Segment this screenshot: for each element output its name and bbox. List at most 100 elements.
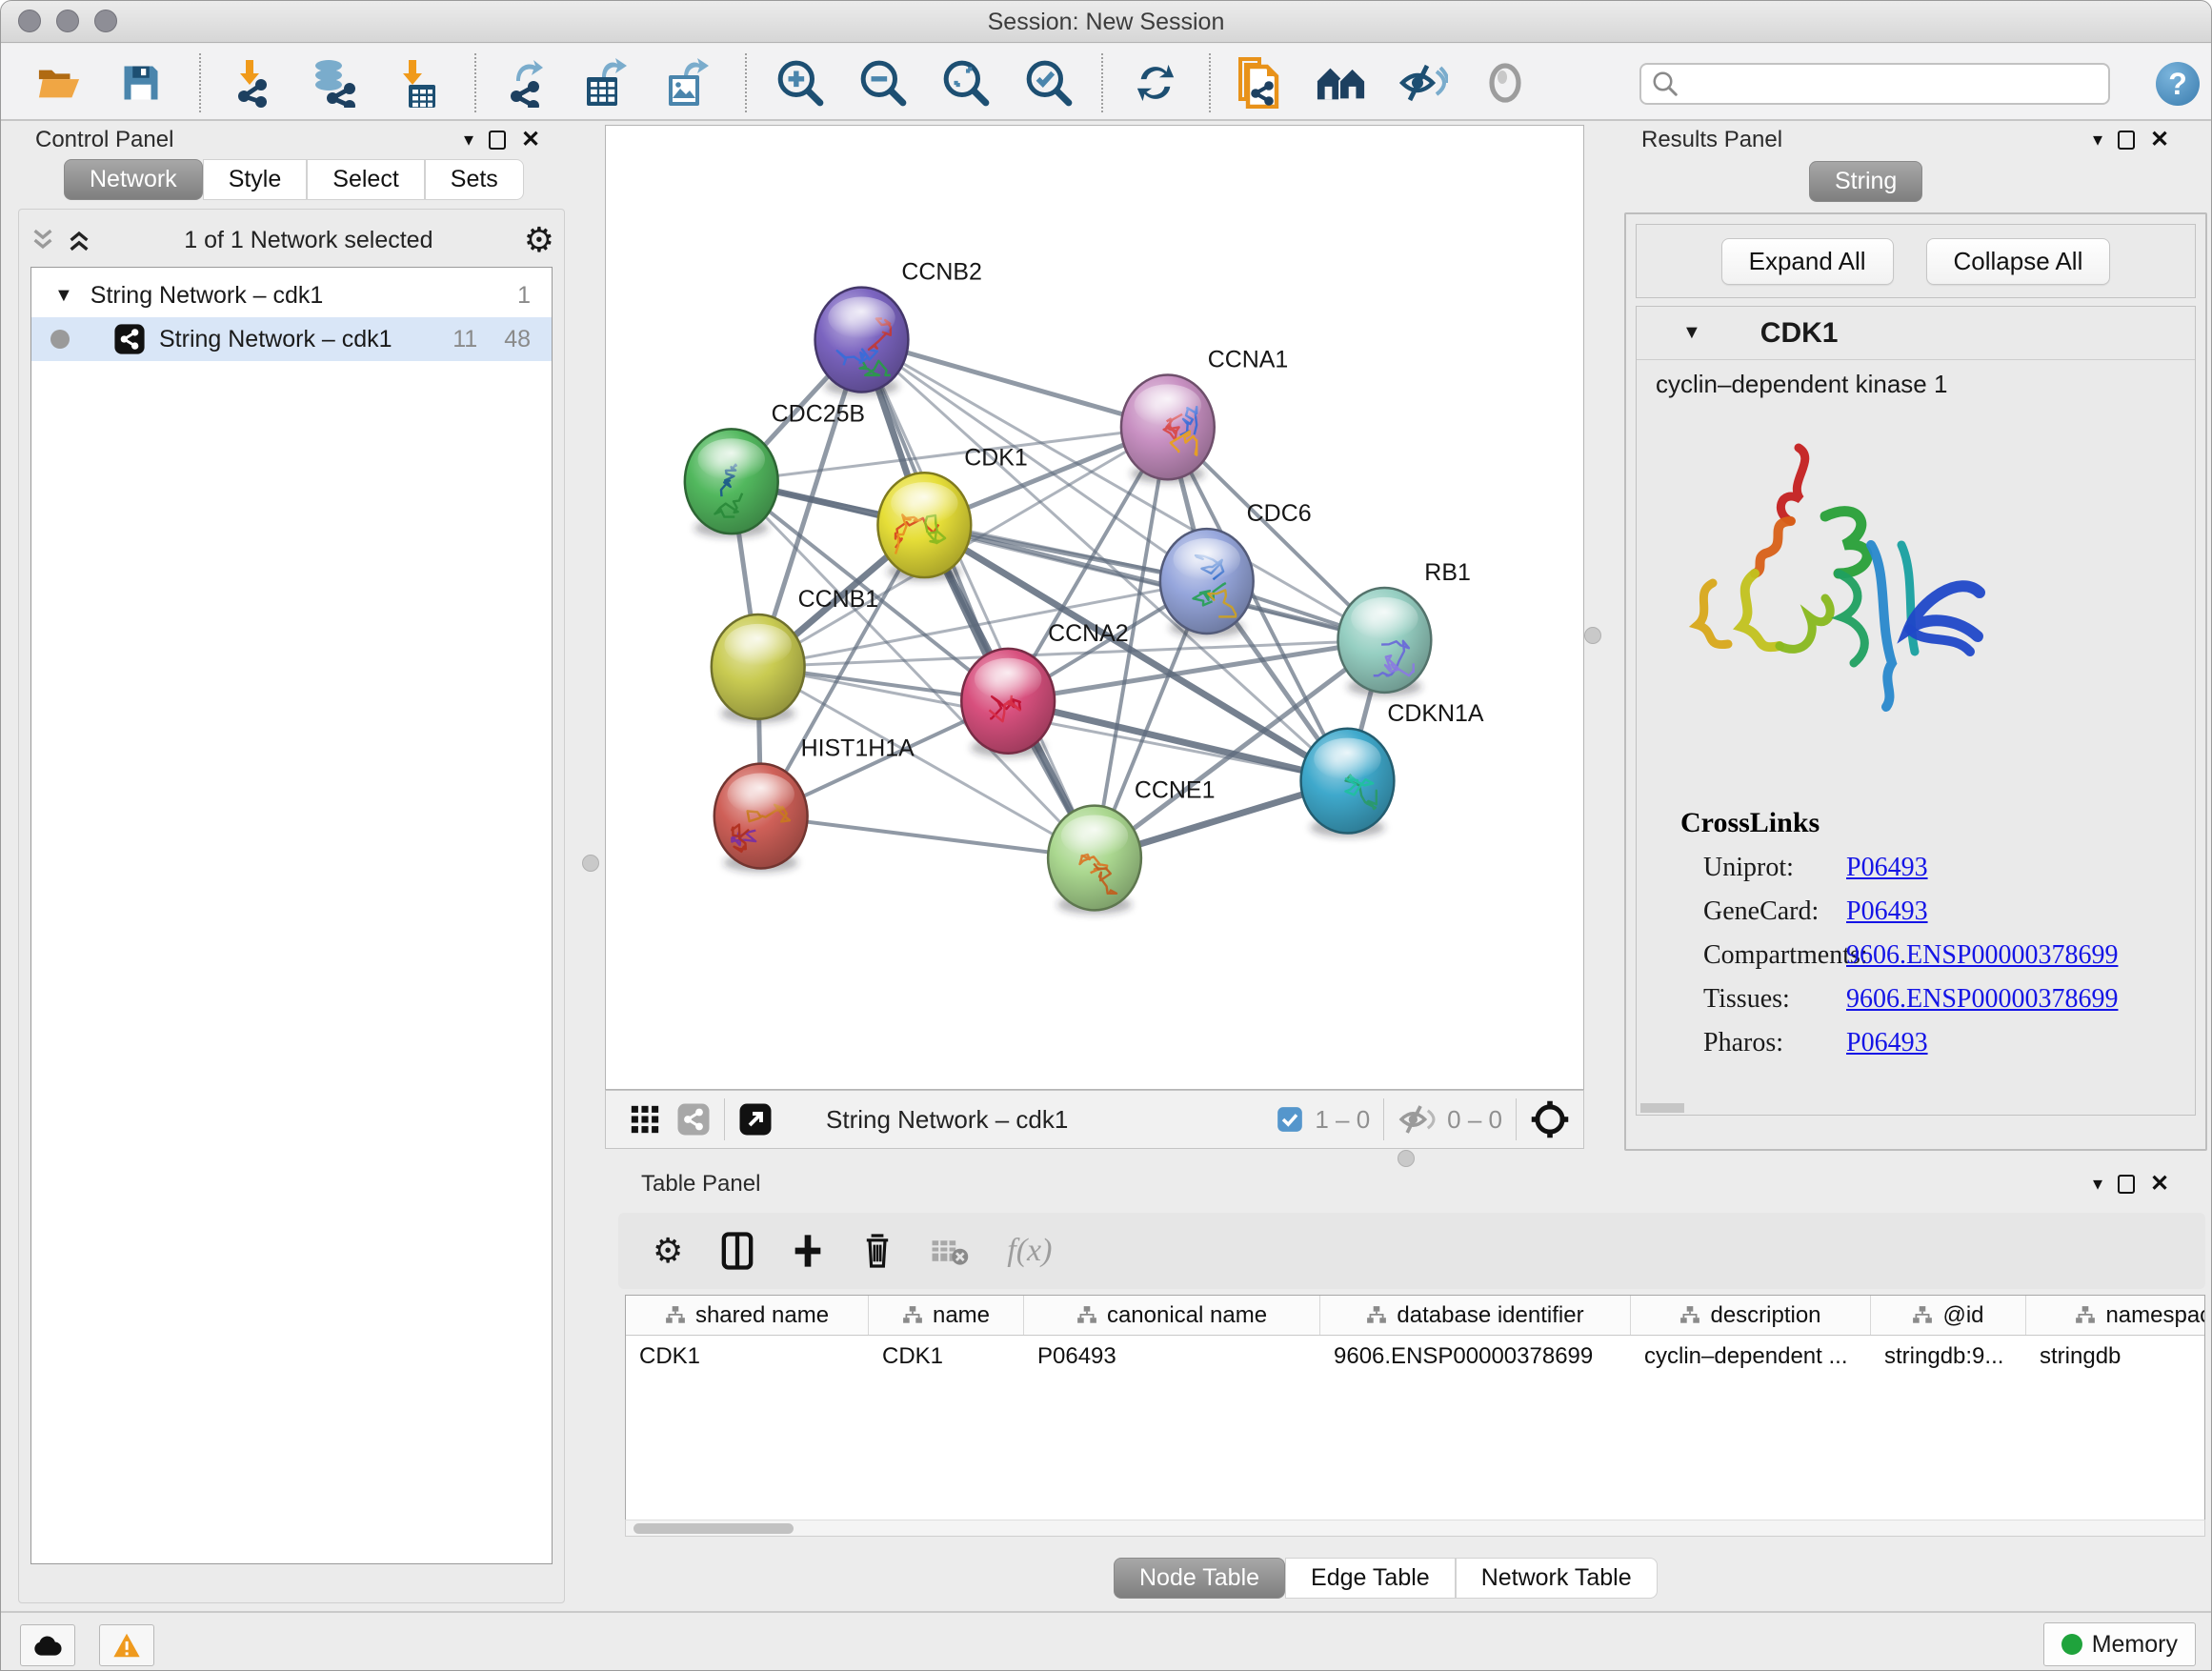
export-image-button[interactable]	[662, 57, 714, 109]
results-hscroll-thumb[interactable]	[1640, 1103, 1684, 1113]
open-session-button[interactable]	[33, 57, 85, 109]
refresh-button[interactable]	[1130, 57, 1181, 109]
houses-button[interactable]	[1316, 57, 1367, 109]
help-button[interactable]: ?	[2156, 62, 2200, 106]
crosslink-value-link[interactable]: P06493	[1846, 896, 1928, 927]
search-input[interactable]	[1679, 70, 2108, 98]
float-panel-icon[interactable]	[2118, 131, 2135, 150]
network-node-HIST1H1A[interactable]: HIST1H1A	[714, 735, 915, 873]
tab-network-table[interactable]: Network Table	[1456, 1558, 1658, 1599]
section-expand-icon[interactable]: ▼	[1682, 322, 1701, 344]
column-header-namespace[interactable]: namespace	[2026, 1296, 2205, 1335]
selected-checkbox-icon[interactable]	[1277, 1106, 1303, 1133]
detach-view-icon[interactable]	[738, 1102, 773, 1137]
tab-string[interactable]: String	[1809, 161, 1922, 202]
column-header--id[interactable]: @id	[1871, 1296, 2026, 1335]
column-header-description[interactable]: description	[1631, 1296, 1871, 1335]
left-splitter-handle[interactable]	[582, 855, 599, 872]
cloud-status-button[interactable]	[20, 1624, 75, 1666]
save-session-button[interactable]	[115, 57, 167, 109]
warning-status-button[interactable]	[99, 1624, 154, 1666]
delete-table-icon[interactable]	[931, 1236, 969, 1266]
collapse-all-button[interactable]: Collapse All	[1926, 238, 2111, 285]
table-cell[interactable]: stringdb:9...	[1871, 1336, 2026, 1378]
collapse-panel-icon[interactable]: ▾	[2093, 1175, 2102, 1194]
close-panel-icon[interactable]: ✕	[2150, 129, 2169, 151]
table-cell[interactable]: stringdb	[2026, 1336, 2205, 1378]
edge-HIST1H1A-CCNE1[interactable]	[761, 816, 1095, 858]
crosslink-value-link[interactable]: 9606.ENSP00000378699	[1846, 984, 2118, 1015]
table-cell[interactable]: P06493	[1024, 1336, 1320, 1378]
birds-eye-crosshair-icon[interactable]	[1530, 1099, 1570, 1139]
crosslink-label: Pharos:	[1703, 1028, 1846, 1058]
add-column-icon[interactable]	[792, 1232, 824, 1270]
import-table-button[interactable]	[390, 57, 441, 109]
network-node-CDKN1A[interactable]: CDKN1A	[1301, 700, 1484, 837]
control-panel-title: Control Panel	[35, 127, 173, 153]
table-cell[interactable]: CDK1	[869, 1336, 1024, 1378]
tab-select[interactable]: Select	[307, 159, 424, 200]
collapse-panel-icon[interactable]: ▾	[464, 131, 473, 150]
tab-network[interactable]: Network	[64, 159, 203, 200]
import-network-button[interactable]	[226, 57, 277, 109]
network-node-CCNB2[interactable]: CCNB2	[815, 259, 982, 396]
zoom-out-button[interactable]	[857, 57, 909, 109]
right-splitter-handle[interactable]	[1584, 627, 1601, 644]
table-cell[interactable]: CDK1	[626, 1336, 869, 1378]
table-cell[interactable]: 9606.ENSP00000378699	[1320, 1336, 1631, 1378]
tab-edge-table[interactable]: Edge Table	[1285, 1558, 1456, 1599]
column-header-name[interactable]: name	[869, 1296, 1024, 1335]
float-panel-icon[interactable]	[2118, 1175, 2135, 1194]
zoom-in-button[interactable]	[774, 57, 826, 109]
collapse-all-icon[interactable]	[29, 227, 57, 253]
bottom-splitter-handle[interactable]	[1398, 1150, 1415, 1167]
string-import-button[interactable]	[1234, 57, 1285, 109]
network-options-gear-icon[interactable]: ⚙	[524, 223, 554, 257]
tab-style[interactable]: Style	[203, 159, 308, 200]
table-cell[interactable]: cyclin–dependent ...	[1631, 1336, 1871, 1378]
network-node-RB1[interactable]: RB1	[1337, 559, 1470, 696]
column-header-canonical-name[interactable]: canonical name	[1024, 1296, 1320, 1335]
function-builder-icon[interactable]: f(x)	[1007, 1233, 1052, 1269]
share-view-icon[interactable]	[676, 1102, 711, 1137]
network-row[interactable]: String Network – cdk1 11 48	[31, 317, 552, 361]
column-header-shared-name[interactable]: shared name	[626, 1296, 869, 1335]
network-node-CDK1[interactable]: CDK1	[877, 444, 1027, 581]
tab-node-table[interactable]: Node Table	[1114, 1558, 1285, 1599]
expand-all-icon[interactable]	[65, 227, 93, 253]
memory-button[interactable]: Memory	[2043, 1622, 2196, 1666]
show-panel-button[interactable]	[1479, 57, 1531, 109]
tree-expand-icon[interactable]: ▼	[54, 285, 73, 307]
column-header-database-identifier[interactable]: database identifier	[1320, 1296, 1631, 1335]
export-table-button[interactable]	[580, 57, 632, 109]
crosslink-value-link[interactable]: 9606.ENSP00000378699	[1846, 940, 2118, 971]
show-columns-icon[interactable]	[721, 1232, 754, 1270]
close-panel-icon[interactable]: ✕	[2150, 1173, 2169, 1196]
gene-section-header[interactable]: ▼ CDK1	[1637, 307, 2195, 360]
table-row[interactable]: CDK1CDK1P064939606.ENSP00000378699cyclin…	[626, 1336, 2204, 1378]
import-network-from-database-button[interactable]	[308, 57, 359, 109]
delete-column-icon[interactable]	[862, 1232, 893, 1270]
crosslink-value-link[interactable]: P06493	[1846, 853, 1928, 883]
zoom-selected-button[interactable]	[1023, 57, 1075, 109]
crosslink-value-link[interactable]: P06493	[1846, 1028, 1928, 1058]
table-settings-gear-icon[interactable]: ⚙	[653, 1234, 683, 1268]
network-node-CCNE1[interactable]: CCNE1	[1048, 777, 1215, 915]
expand-all-button[interactable]: Expand All	[1721, 238, 1894, 285]
export-network-button[interactable]	[498, 57, 550, 109]
table-hscroll-thumb[interactable]	[633, 1523, 794, 1534]
edge-CCNB2-CCNE1[interactable]	[861, 340, 1095, 858]
column-type-icon	[902, 1305, 923, 1326]
tab-sets[interactable]: Sets	[425, 159, 524, 200]
zoom-fit-button[interactable]	[940, 57, 992, 109]
hide-panel-button[interactable]	[1398, 57, 1449, 109]
table-hscrollbar[interactable]	[625, 1520, 2205, 1537]
hidden-eye-icon[interactable]	[1398, 1103, 1438, 1136]
close-panel-icon[interactable]: ✕	[521, 129, 540, 151]
grid-view-icon[interactable]	[629, 1103, 661, 1136]
network-collection-row[interactable]: ▼ String Network – cdk1 1	[31, 273, 552, 317]
collapse-panel-icon[interactable]: ▾	[2093, 131, 2102, 150]
edge-CCNA2-CDKN1A[interactable]	[1008, 701, 1347, 781]
network-view[interactable]: CCNB2CCNA1CDC25BCDK1CDC6RB1CCNB1CCNA2CDK…	[605, 125, 1584, 1090]
float-panel-icon[interactable]	[489, 131, 506, 150]
